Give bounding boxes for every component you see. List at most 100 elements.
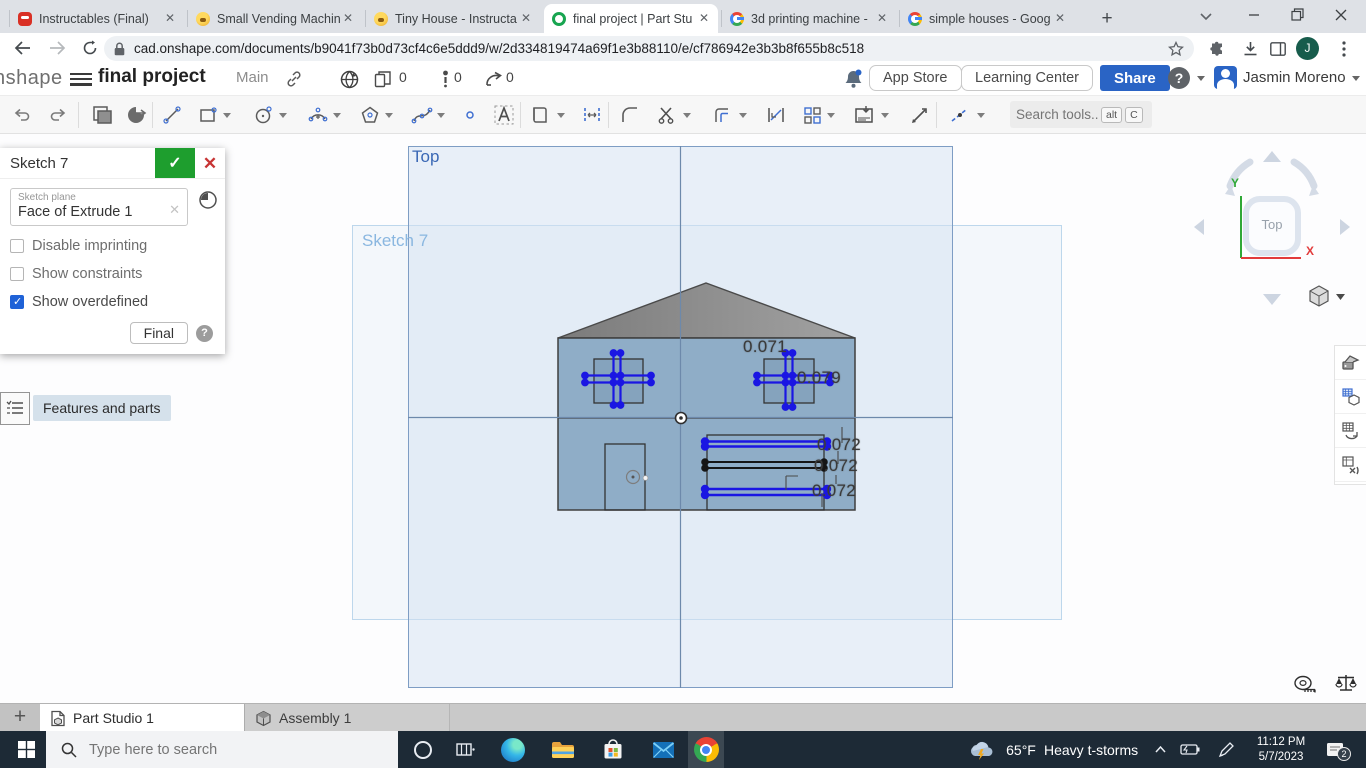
measure-tape-icon[interactable] [1293,675,1317,700]
weather-temp[interactable]: 65°F [1000,731,1042,768]
battery-icon[interactable] [1176,731,1204,768]
pattern-dropdown-icon[interactable] [826,111,836,121]
mail-icon[interactable] [645,731,681,768]
dxf-dropdown-icon[interactable] [880,111,890,121]
dxf-import-icon[interactable] [852,103,876,127]
distance-tool-icon[interactable] [580,103,604,127]
construction-dropdown-icon[interactable] [976,111,986,121]
show-overdefined-checkbox[interactable] [10,295,24,309]
insert-new-element-button[interactable]: + [0,704,40,732]
window-restore-button[interactable] [1277,0,1317,33]
copy-faces-icon[interactable] [90,103,114,127]
chrome-taskbar-active[interactable] [688,731,724,768]
point-tool-icon[interactable] [458,103,482,127]
new-tab-button[interactable]: + [1094,7,1120,31]
circle-dropdown-icon[interactable] [278,111,288,121]
edge-browser-icon[interactable] [495,731,531,768]
learning-center-button[interactable]: Learning Center [961,65,1093,91]
offset-curve-icon[interactable] [710,103,734,127]
checkbox-row[interactable]: Disable imprinting [10,238,215,254]
cancel-x-button[interactable]: ✕ [195,148,225,178]
bookmark-star-icon[interactable] [1168,41,1184,57]
assembly-tab[interactable]: Assembly 1 [245,704,450,732]
taskbar-search-input[interactable] [89,742,359,758]
cortana-icon[interactable] [405,731,441,768]
configurations-panel-icon[interactable] [1335,380,1366,414]
dimension-tool-icon[interactable] [764,103,788,127]
search-tools-input[interactable] [1016,107,1098,122]
pen-icon[interactable] [1212,731,1240,768]
share-button[interactable]: Share [1100,65,1170,91]
undo-icon[interactable] [10,103,34,127]
user-name[interactable]: Jasmin Moreno [1243,69,1346,86]
app-store-button[interactable]: App Store [869,65,962,91]
downloads-icon[interactable] [1238,37,1262,61]
tab-small-vending[interactable]: Small Vending Machin ✕ [188,4,362,33]
trim-dropdown-icon[interactable] [682,111,692,121]
clear-selection-icon[interactable]: ✕ [169,202,180,218]
offset-curve-dropdown-icon[interactable] [738,111,748,121]
tab-close-icon[interactable]: ✕ [340,11,356,27]
document-title[interactable]: final project [98,66,206,88]
tab-3d-printing[interactable]: 3d printing machine - ✕ [722,4,896,33]
arc-dropdown-icon[interactable] [332,111,342,121]
side-panel-icon[interactable] [1266,37,1290,61]
view-cube-face[interactable]: Top [1252,217,1292,232]
trim-scissors-icon[interactable] [654,103,678,127]
share-link-icon[interactable] [283,68,305,90]
dimension-value[interactable]: 0.071 [743,337,787,357]
circle-tool-icon[interactable] [252,103,276,127]
tab-instructables[interactable]: Instructables (Final) ✕ [10,4,184,33]
back-button[interactable] [10,36,34,60]
checkbox-row[interactable]: Show overdefined [10,294,215,310]
extensions-puzzle-icon[interactable] [1205,37,1229,61]
offset-dropdown-icon[interactable] [556,111,566,121]
rollback-clock-icon[interactable] [198,190,218,215]
dialog-help-icon[interactable]: ? [196,325,213,342]
user-avatar-icon[interactable] [1214,66,1237,89]
spline-dropdown-icon[interactable] [436,111,446,121]
tab-final-project-active[interactable]: final project | Part Stu ✕ [544,4,718,33]
file-explorer-icon[interactable] [545,731,581,768]
dimension-value[interactable]: 0.072 [814,456,858,476]
checkbox-row[interactable]: Show constraints [10,266,215,282]
tab-tiny-house[interactable]: Tiny House - Instructa ✕ [366,4,540,33]
weather-icon[interactable] [964,731,1000,768]
branch-export-icon[interactable] [482,68,504,90]
dimension-value[interactable]: 0.079 [797,368,841,388]
user-menu-caret-icon[interactable] [1352,76,1360,81]
url-omnibox[interactable]: cad.onshape.com/documents/b9041f73b0d73c… [104,36,1194,61]
redo-icon[interactable] [46,103,70,127]
task-view-icon[interactable] [447,731,483,768]
browser-menu-kebab-icon[interactable] [1332,37,1356,61]
tab-close-icon[interactable]: ✕ [162,11,178,27]
search-tools-box[interactable]: alt C [1010,101,1152,128]
fillet-tool-icon[interactable] [618,103,642,127]
copies-pages-icon[interactable] [372,68,394,90]
show-constraints-checkbox[interactable] [10,267,24,281]
taskbar-clock[interactable]: 11:12 PM 5/7/2023 [1246,731,1316,768]
spline-tool-icon[interactable] [410,103,434,127]
part-studio-tab[interactable]: Part Studio 1 [40,704,245,732]
hamburger-menu-icon[interactable] [70,70,92,88]
help-caret-icon[interactable] [1197,76,1205,81]
appearance-panel-icon[interactable] [1335,346,1366,380]
polygon-tool-icon[interactable] [358,103,382,127]
tab-search-chevron-icon[interactable] [1186,0,1226,33]
tab-close-icon[interactable]: ✕ [696,11,712,27]
window-minimize-button[interactable] [1234,0,1274,33]
alerts-pin-icon[interactable] [434,68,456,90]
workspace-name[interactable]: Main [236,69,269,86]
tab-close-icon[interactable]: ✕ [874,11,890,27]
notification-bell-icon[interactable] [842,68,864,90]
sketch-plane-field[interactable]: Sketch plane Face of Extrude 1 ✕ [10,188,188,226]
taskbar-search-box[interactable] [46,731,398,768]
accept-check-button[interactable]: ✓ [155,148,195,178]
browser-profile-avatar[interactable]: J [1296,37,1319,60]
weather-desc[interactable]: Heavy t-storms [1044,731,1156,768]
final-button[interactable]: Final [130,322,188,344]
rotate-face-icon[interactable] [124,103,148,127]
measure-arrow-icon[interactable] [908,103,932,127]
tray-chevron-icon[interactable] [1148,731,1172,768]
text-tool-icon[interactable] [492,103,516,127]
